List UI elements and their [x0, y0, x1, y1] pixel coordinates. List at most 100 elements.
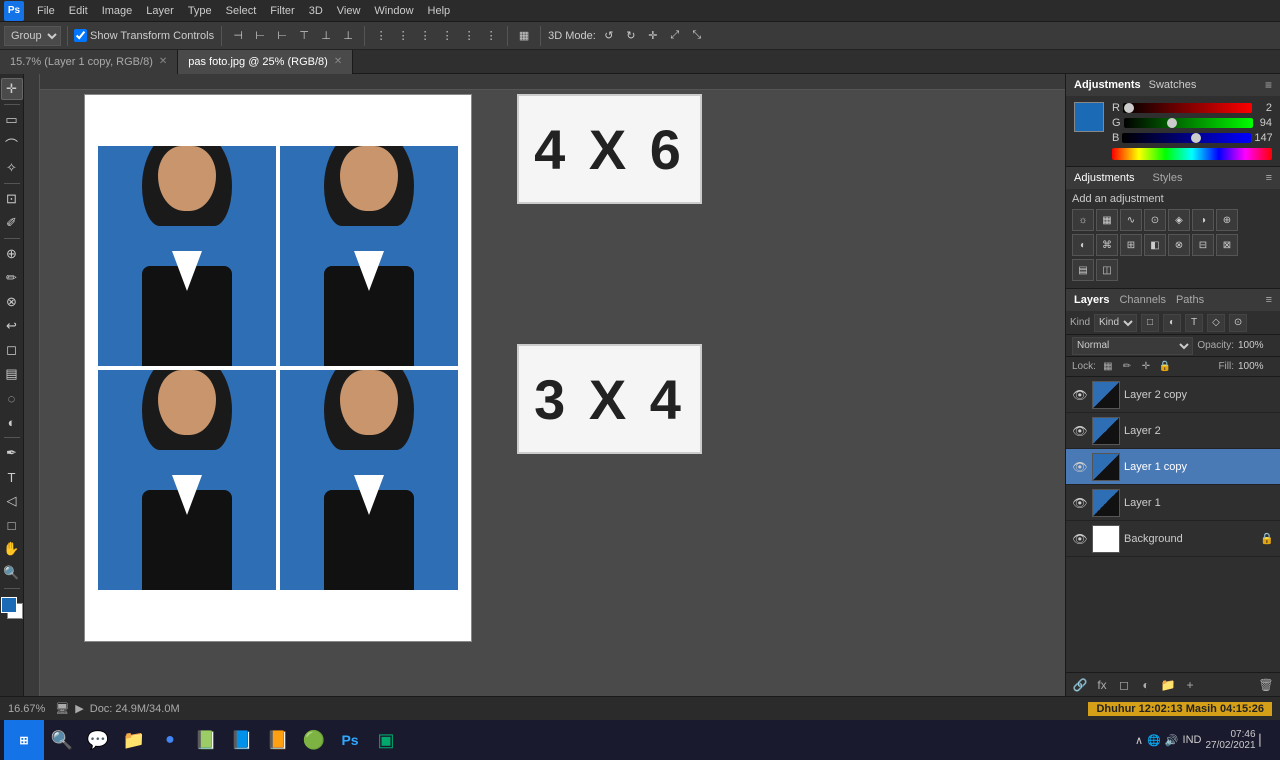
color-spectrum[interactable]	[1112, 148, 1272, 160]
3d-rotate-icon[interactable]: ↺	[600, 27, 618, 45]
adj-posterize[interactable]: ⊟	[1192, 234, 1214, 256]
start-button[interactable]: ⊞	[4, 720, 44, 760]
crop-tool[interactable]: ⊡	[1, 188, 23, 210]
menu-layer[interactable]: Layer	[139, 3, 181, 19]
menu-window[interactable]: Window	[367, 3, 420, 19]
layer-kind-select[interactable]: Kind	[1094, 314, 1137, 332]
align-top-icon[interactable]: ⊤	[295, 27, 313, 45]
color-panel-menu[interactable]: ≡	[1265, 78, 1272, 92]
adj-invert[interactable]: ⊗	[1168, 234, 1190, 256]
taskbar-network[interactable]: 🌐	[1147, 734, 1161, 747]
transform-controls-label[interactable]: Show Transform Controls	[74, 29, 214, 42]
spot-heal-tool[interactable]: ⊕	[1, 243, 23, 265]
3d-scale-icon[interactable]: ⤡	[688, 27, 706, 45]
adj-color-balance[interactable]: ⊕	[1216, 209, 1238, 231]
type-tool[interactable]: T	[1, 466, 23, 488]
distribute-center-h-icon[interactable]: ⋮	[394, 27, 412, 45]
magic-wand-tool[interactable]: ✧	[1, 157, 23, 179]
eyedropper-tool[interactable]: ✐	[1, 212, 23, 234]
3d-pan-icon[interactable]: ✛	[644, 27, 662, 45]
tab-close-1[interactable]: ✕	[334, 56, 342, 67]
layer-item-4[interactable]: 👁 Background 🔒	[1066, 521, 1280, 557]
align-center-h-icon[interactable]: ⊢	[251, 27, 269, 45]
hand-tool[interactable]: ✋	[1, 538, 23, 560]
new-adj-layer-btn[interactable]: ◐	[1136, 675, 1156, 695]
delete-layer-btn[interactable]: 🗑	[1256, 675, 1276, 695]
fill-value[interactable]: 100%	[1238, 361, 1274, 372]
eraser-tool[interactable]: ◻	[1, 339, 23, 361]
layer-fx-btn[interactable]: fx	[1092, 675, 1112, 695]
foreground-color-swatch[interactable]	[1, 597, 17, 613]
adjustments-tab[interactable]: Adjustments	[1074, 172, 1135, 184]
menu-type[interactable]: Type	[181, 3, 219, 19]
distribute-center-v-icon[interactable]: ⋮	[460, 27, 478, 45]
new-group-btn[interactable]: 📁	[1158, 675, 1178, 695]
taskbar-app5[interactable]: ▣	[368, 722, 404, 758]
arrange-icon[interactable]: ▦	[515, 27, 533, 45]
taskbar-chrome[interactable]: ●	[152, 722, 188, 758]
menu-select[interactable]: Select	[219, 3, 264, 19]
layers-panel-menu[interactable]: ≡	[1266, 294, 1272, 306]
history-brush-tool[interactable]: ↩	[1, 315, 23, 337]
zoom-tool[interactable]: 🔍	[1, 562, 23, 584]
gradient-tool[interactable]: ▤	[1, 363, 23, 385]
taskbar-app4[interactable]: 🟢	[296, 722, 332, 758]
menu-image[interactable]: Image	[95, 3, 140, 19]
adj-bw[interactable]: ◐	[1072, 234, 1094, 256]
layer-item-3[interactable]: 👁 Layer 1	[1066, 485, 1280, 521]
adj-selective-color[interactable]: ◫	[1096, 259, 1118, 281]
adj-vibrance[interactable]: ◈	[1168, 209, 1190, 231]
filter-type-btn[interactable]: T	[1185, 314, 1203, 332]
system-clock[interactable]: 07:46 27/02/2021	[1205, 729, 1255, 751]
transform-controls-checkbox[interactable]	[74, 29, 87, 42]
adj-levels[interactable]: ▦	[1096, 209, 1118, 231]
channels-tab[interactable]: Channels	[1119, 294, 1165, 306]
layer-vis-1[interactable]: 👁	[1072, 423, 1088, 439]
red-slider[interactable]	[1123, 103, 1252, 113]
tab-close-0[interactable]: ✕	[159, 56, 167, 67]
lock-brush-icon[interactable]: ✏	[1119, 359, 1135, 375]
filter-pixel-btn[interactable]: □	[1141, 314, 1159, 332]
color-tab[interactable]: Adjustments	[1074, 79, 1141, 91]
taskbar-lang[interactable]: IND	[1183, 734, 1202, 746]
taskbar-chevron[interactable]: ∧	[1135, 734, 1143, 747]
taskbar-volume[interactable]: 🔊	[1165, 734, 1179, 747]
taskbar-app3[interactable]: 📙	[260, 722, 296, 758]
layer-item-0[interactable]: 👁 Layer 2 copy	[1066, 377, 1280, 413]
filter-shape-btn[interactable]: ◇	[1207, 314, 1225, 332]
lock-all-icon[interactable]: 🔒	[1157, 359, 1173, 375]
layer-vis-4[interactable]: 👁	[1072, 531, 1088, 547]
taskbar-ps[interactable]: Ps	[332, 722, 368, 758]
link-layers-btn[interactable]: 🔗	[1070, 675, 1090, 695]
menu-3d[interactable]: 3D	[302, 3, 330, 19]
adj-channel-mixer[interactable]: ⊞	[1120, 234, 1142, 256]
opacity-value[interactable]: 100%	[1238, 340, 1274, 351]
align-bottom-icon[interactable]: ⊥	[339, 27, 357, 45]
3d-slide-icon[interactable]: ⤢	[666, 27, 684, 45]
blur-tool[interactable]: ◌	[1, 387, 23, 409]
layer-vis-2[interactable]: 👁	[1072, 459, 1088, 475]
clone-tool[interactable]: ⊗	[1, 291, 23, 313]
adj-gradient-map[interactable]: ▤	[1072, 259, 1094, 281]
align-left-icon[interactable]: ⊣	[229, 27, 247, 45]
adj-photo-filter[interactable]: ⌘	[1096, 234, 1118, 256]
lasso-tool[interactable]: ⌒	[1, 133, 23, 155]
move-tool[interactable]: ✛	[1, 78, 23, 100]
blue-slider[interactable]	[1122, 133, 1251, 143]
layer-vis-0[interactable]: 👁	[1072, 387, 1088, 403]
distribute-left-icon[interactable]: ⋮	[372, 27, 390, 45]
distribute-bottom-icon[interactable]: ⋮	[482, 27, 500, 45]
adj-hsl[interactable]: ◑	[1192, 209, 1214, 231]
canvas-area[interactable]: 4 X 6 3 X 4	[24, 74, 1065, 696]
styles-tab[interactable]: Styles	[1153, 172, 1183, 184]
path-tool[interactable]: ◁	[1, 490, 23, 512]
layer-item-1[interactable]: 👁 Layer 2	[1066, 413, 1280, 449]
adj-threshold[interactable]: ⊠	[1216, 234, 1238, 256]
marquee-tool[interactable]: ▭	[1, 109, 23, 131]
lock-move-icon[interactable]: ✛	[1138, 359, 1154, 375]
menu-view[interactable]: View	[330, 3, 368, 19]
menu-help[interactable]: Help	[421, 3, 458, 19]
blend-mode-select[interactable]: Normal	[1072, 337, 1193, 355]
align-center-v-icon[interactable]: ⊥	[317, 27, 335, 45]
color-preview[interactable]	[1074, 102, 1104, 132]
